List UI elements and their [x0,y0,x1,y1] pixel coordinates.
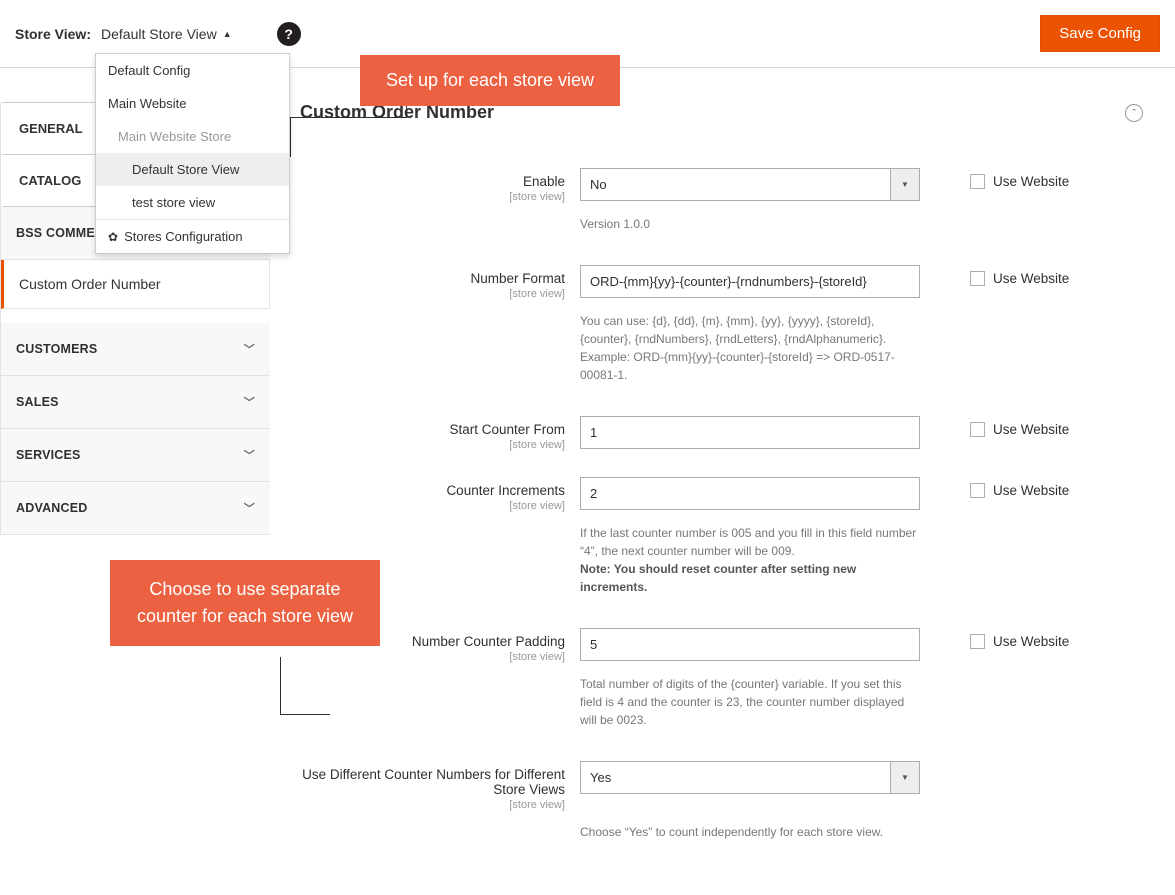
field-label: Counter Increments [store view] [300,477,580,512]
label-text: Start Counter From [449,422,565,437]
chevron-down-icon: ﹀ [244,394,255,410]
label-text: Use Different Counter Numbers for Differ… [302,767,565,797]
field-control: ▼ [580,761,920,794]
field-note-row: If the last counter number is 005 and yo… [300,518,1160,618]
use-website-checkbox[interactable]: Use Website [970,265,1069,286]
sidebar-section-sales[interactable]: SALES ﹀ [1,376,270,429]
store-switcher-dropdown: Default Config Main Website Main Website… [95,53,290,254]
field-note: Choose “Yes” to count independently for … [580,823,920,841]
label-scope: [store view] [300,288,565,300]
label-text: Enable [523,174,565,189]
field-control [580,477,920,510]
field-note: Version 1.0.0 [580,215,920,233]
checkbox-label: Use Website [993,634,1069,649]
save-config-button[interactable]: Save Config [1040,15,1160,52]
annotation-connector [280,657,281,714]
label-scope: [store view] [300,439,565,451]
store-view-switcher[interactable]: Default Store View ▲ [101,26,232,42]
counter-increments-input[interactable] [580,477,920,510]
field-control [580,265,920,298]
store-option-default-store-view[interactable]: Default Store View [96,153,289,186]
field-note-row: You can use: {d}, {dd}, {m}, {mm}, {yy},… [300,306,1160,406]
note-text-2: : You should reset counter after setting… [580,562,856,594]
field-label: Enable [store view] [300,168,580,203]
collapse-toggle[interactable]: ˆ [1125,104,1143,122]
store-option-main-website-store: Main Website Store [96,120,289,153]
annotation-connector [290,117,291,157]
use-website-checkbox[interactable]: Use Website [970,416,1069,437]
field-row-start-counter: Start Counter From [store view] Use Webs… [300,416,1160,451]
start-counter-input[interactable] [580,416,920,449]
field-note-row: Total number of digits of the {counter} … [300,669,1160,751]
sidebar-section-label: SERVICES [16,448,81,462]
sidebar-section-label: SALES [16,395,59,409]
field-row-padding: Number Counter Padding [store view] Use … [300,628,1160,663]
checkbox-input[interactable] [970,174,985,189]
field-label: Start Counter From [store view] [300,416,580,451]
field-note: Total number of digits of the {counter} … [580,675,920,729]
checkbox-label: Use Website [993,271,1069,286]
label-text: Number Format [470,271,565,286]
chevron-up-icon: ▲ [223,29,232,39]
label-scope: [store view] [300,500,565,512]
stores-configuration-label: Stores Configuration [124,229,243,244]
checkbox-input[interactable] [970,634,985,649]
annotation-connector [280,714,330,715]
field-row-counter-increments: Counter Increments [store view] Use Webs… [300,477,1160,512]
chevron-down-icon: ﹀ [244,447,255,463]
current-store-view: Default Store View [101,26,217,42]
label-scope: [store view] [300,651,565,663]
field-control: ▼ [580,168,920,201]
label-scope: [store view] [300,191,565,203]
store-view-label: Store View: [15,26,91,42]
store-option-test-store-view[interactable]: test store view [96,186,289,219]
field-note: If the last counter number is 005 and yo… [580,524,920,596]
diff-counter-select[interactable] [580,761,920,794]
field-row-diff-counter: Use Different Counter Numbers for Differ… [300,761,1160,811]
chevron-down-icon: ﹀ [244,500,255,516]
sidebar-section-services[interactable]: SERVICES ﹀ [1,429,270,482]
sidebar-section-label: ADVANCED [16,501,88,515]
sidebar-section-label: CUSTOMERS [16,342,97,356]
note-bold: Note [580,562,607,576]
annotation-connector [290,117,407,118]
use-website-checkbox[interactable]: Use Website [970,477,1069,498]
sidebar-section-advanced[interactable]: ADVANCED ﹀ [1,482,270,535]
label-text: Number Counter Padding [412,634,565,649]
checkbox-input[interactable] [970,422,985,437]
field-label: Number Format [store view] [300,265,580,300]
number-format-input[interactable] [580,265,920,298]
config-main: Custom Order Number ˆ Enable [store view… [270,68,1160,855]
checkbox-input[interactable] [970,271,985,286]
store-option-main-website[interactable]: Main Website [96,87,289,120]
note-text-1: If the last counter number is 005 and yo… [580,526,916,558]
label-text: Counter Increments [446,483,565,498]
chevron-down-icon: ﹀ [244,341,255,357]
help-icon[interactable]: ? [277,22,301,46]
field-note: You can use: {d}, {dd}, {m}, {mm}, {yy},… [580,312,920,384]
gear-icon: ✿ [108,231,118,243]
sidebar-link-custom-order-number[interactable]: Custom Order Number [1,260,270,309]
field-note-row: Version 1.0.0 [300,209,1160,255]
field-label: Use Different Counter Numbers for Differ… [300,761,580,811]
stores-configuration-link[interactable]: ✿ Stores Configuration [96,219,289,253]
label-scope: [store view] [300,799,565,811]
field-control [580,628,920,661]
enable-select[interactable] [580,168,920,201]
annotation-callout: Choose to use separate counter for each … [110,560,380,646]
field-row-number-format: Number Format [store view] Use Website [300,265,1160,300]
field-control [580,416,920,449]
checkbox-input[interactable] [970,483,985,498]
use-website-checkbox[interactable]: Use Website [970,168,1069,189]
annotation-callout: Set up for each store view [360,55,620,106]
field-row-enable: Enable [store view] ▼ Use Website [300,168,1160,203]
field-note-row: Choose “Yes” to count independently for … [300,817,1160,845]
padding-input[interactable] [580,628,920,661]
store-option-default-config[interactable]: Default Config [96,54,289,87]
sidebar-section-customers[interactable]: CUSTOMERS ﹀ [1,323,270,376]
checkbox-label: Use Website [993,483,1069,498]
checkbox-label: Use Website [993,174,1069,189]
checkbox-label: Use Website [993,422,1069,437]
use-website-checkbox[interactable]: Use Website [970,628,1069,649]
